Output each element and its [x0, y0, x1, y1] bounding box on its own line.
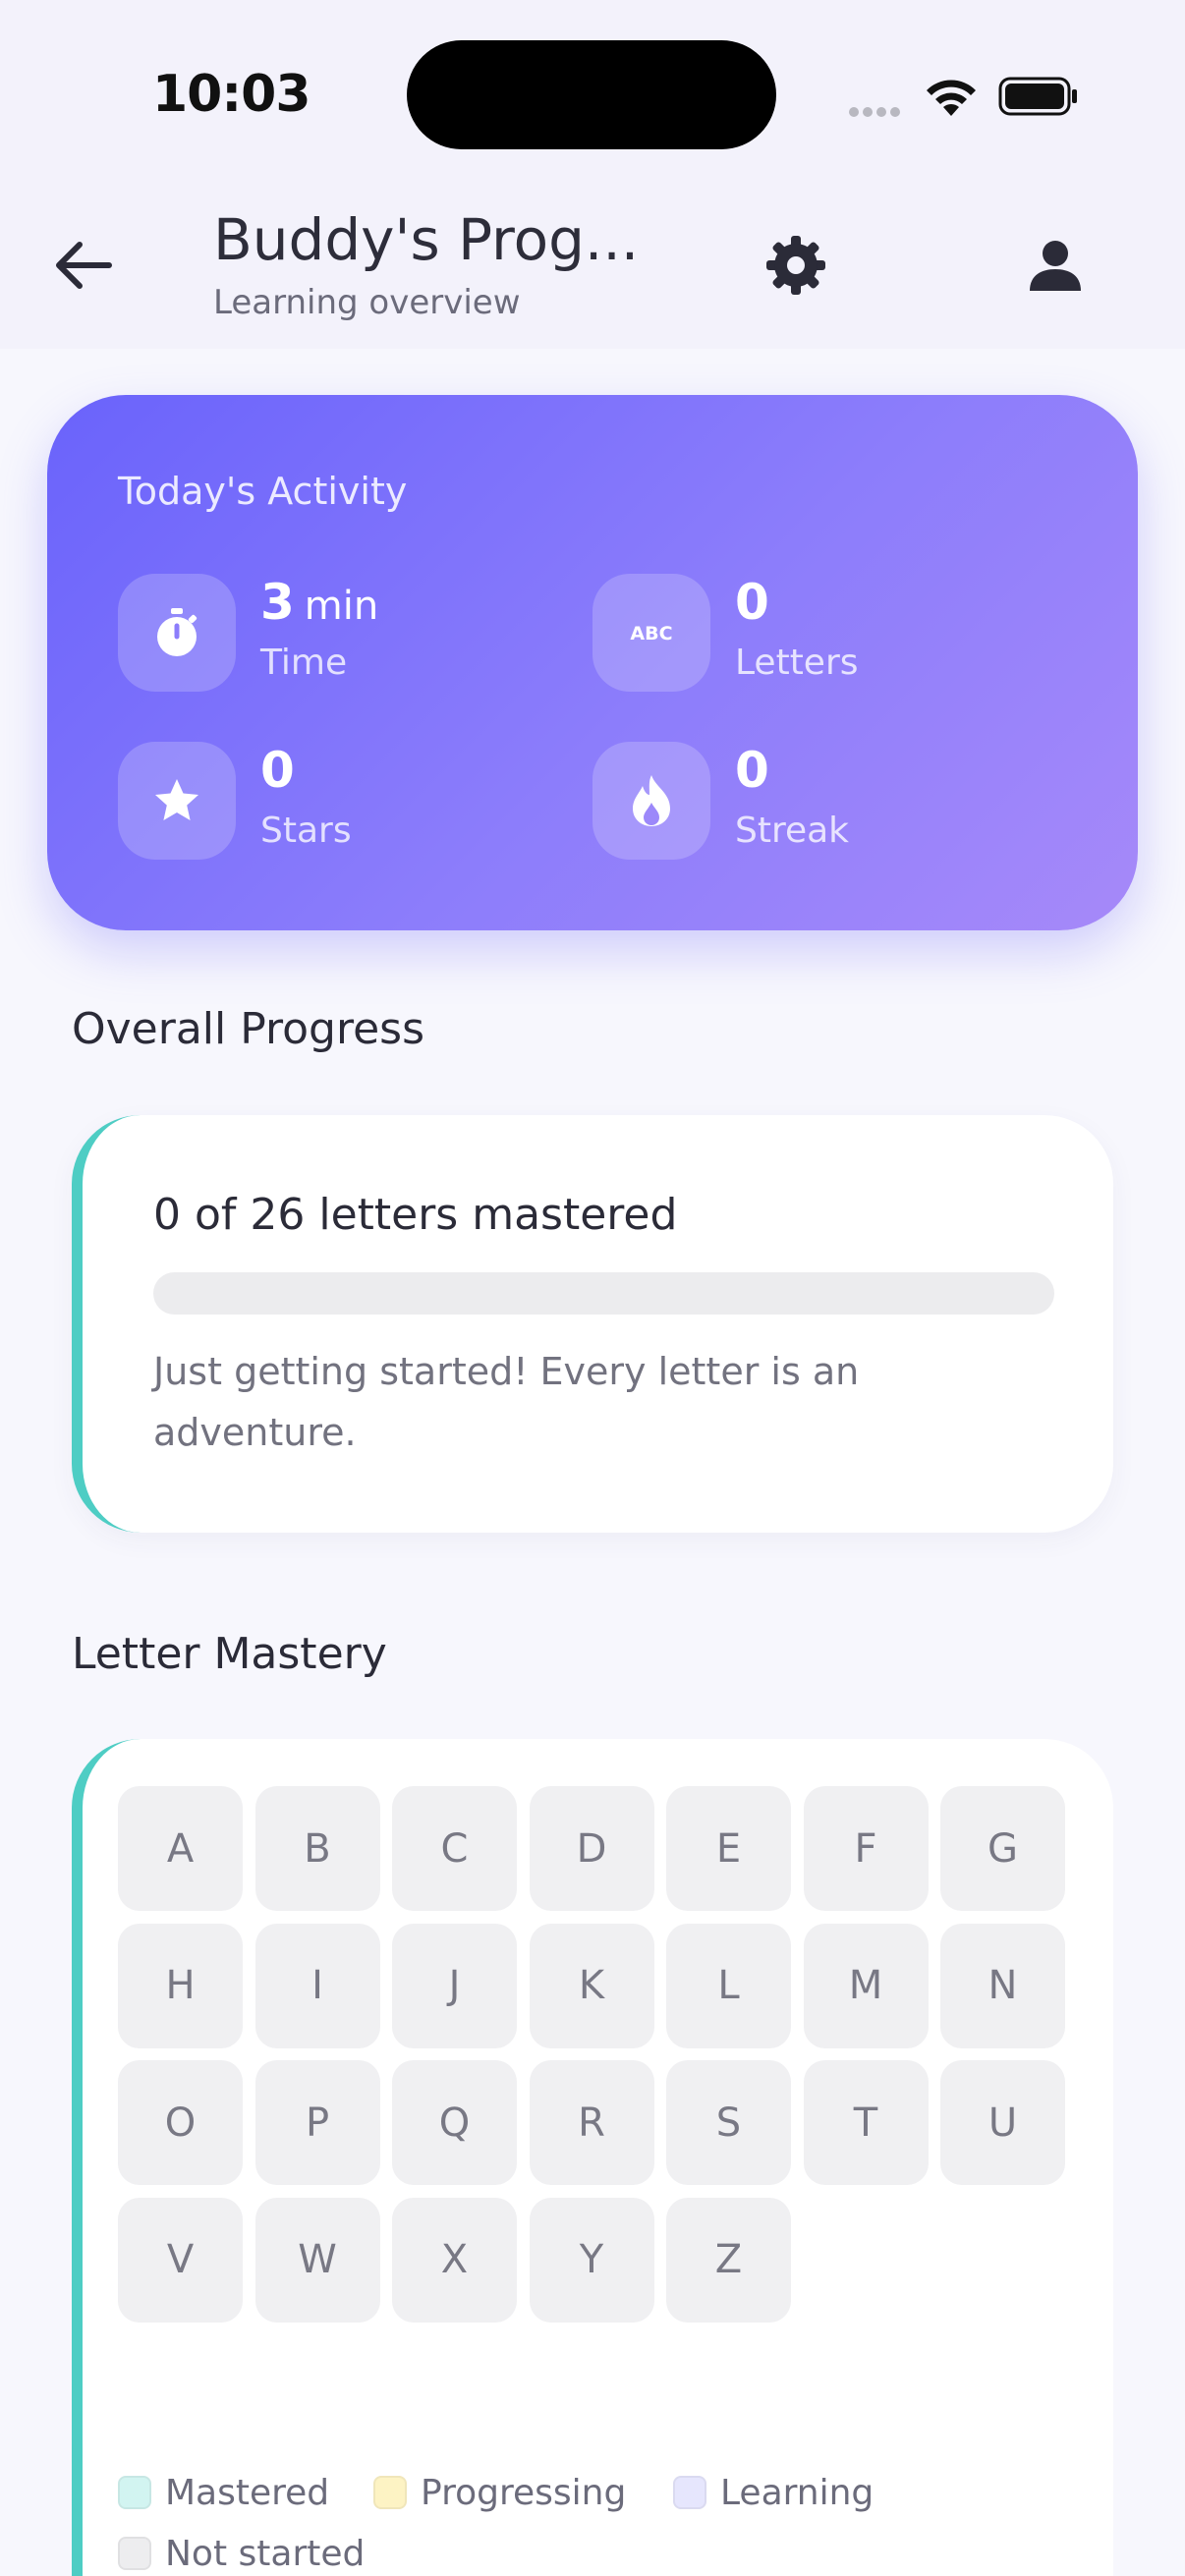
overall-progress-card: 0 of 26 letters mastered Just getting st…: [72, 1115, 1113, 1533]
letter-tile[interactable]: Q: [392, 2060, 517, 2185]
letter-tile[interactable]: N: [940, 1923, 1065, 2048]
letter-tile[interactable]: G: [940, 1786, 1065, 1911]
letter-tile[interactable]: T: [803, 2060, 929, 2185]
abc-icon: ABC: [592, 574, 710, 692]
legend-label: Not started: [165, 2533, 366, 2574]
progress-description: Just getting started! Every letter is an…: [153, 1350, 860, 1454]
letter-mastery-heading: Letter Mastery: [72, 1629, 387, 1679]
letter-tile[interactable]: D: [529, 1786, 654, 1911]
letter-tile[interactable]: A: [118, 1786, 243, 1911]
stat-stars: 0 Stars: [118, 742, 531, 860]
stopwatch-icon: [118, 574, 236, 692]
stat-letters-value: 0: [735, 574, 769, 631]
letter-tile[interactable]: P: [254, 2060, 380, 2185]
overall-progress-heading: Overall Progress: [72, 1004, 425, 1054]
page-subtitle: Learning overview: [213, 283, 521, 322]
battery-icon: [998, 77, 1077, 116]
stat-stars-value: 0: [260, 742, 295, 799]
letter-tile[interactable]: F: [803, 1786, 929, 1911]
legend-item: Not started: [118, 2529, 365, 2576]
legend-label: Progressing: [421, 2472, 627, 2513]
settings-button[interactable]: [757, 226, 835, 305]
stat-time: 3 min Time: [118, 574, 531, 692]
legend-item: Progressing: [373, 2468, 626, 2517]
legend-label: Mastered: [165, 2472, 330, 2513]
mastered-count-text: 0 of 26 letters mastered: [153, 1190, 678, 1240]
legend-swatch: [373, 2476, 407, 2509]
stat-streak-label: Streak: [735, 811, 850, 851]
legend-item: Learning: [673, 2468, 874, 2517]
person-icon: [1030, 241, 1081, 291]
letter-mastery-card: ABCDEFG HIJKLMN OPQRSTU VWXYZ Mastered Progr…: [72, 1739, 1113, 2576]
profile-button[interactable]: [1016, 226, 1095, 305]
letter-tile[interactable]: W: [254, 2197, 380, 2323]
legend-swatch: [118, 2537, 151, 2570]
letter-tile[interactable]: I: [254, 1923, 380, 2048]
todays-activity-card: Today's Activity 3 min Time ABC 0 Letters: [47, 395, 1138, 930]
stat-letters: ABC 0 Letters: [592, 574, 1005, 692]
arrow-left-icon: [56, 242, 112, 289]
stat-streak-value: 0: [735, 742, 769, 799]
letter-tile[interactable]: Y: [529, 2197, 654, 2323]
letter-tile[interactable]: L: [666, 1923, 791, 2048]
cellular-signal-icon: [849, 102, 908, 117]
back-button[interactable]: [43, 226, 122, 305]
stat-time-label: Time: [260, 643, 348, 683]
letter-tile[interactable]: V: [118, 2197, 243, 2323]
letter-tile[interactable]: C: [392, 1786, 517, 1911]
letter-tile[interactable]: O: [118, 2060, 243, 2185]
page-title: Buddy's Prog...: [213, 206, 640, 273]
star-icon: [118, 742, 236, 860]
letter-tile[interactable]: U: [940, 2060, 1065, 2185]
app-header: Buddy's Prog... Learning overview: [0, 187, 1185, 349]
legend-label: Learning: [720, 2472, 875, 2513]
status-bar: 10:03: [0, 0, 1185, 187]
letter-tile[interactable]: S: [666, 2060, 791, 2185]
letter-tile[interactable]: M: [803, 1923, 929, 2048]
letter-tile[interactable]: H: [118, 1923, 243, 2048]
letter-tile[interactable]: J: [392, 1923, 517, 2048]
gear-icon: [766, 236, 825, 295]
stat-streak: 0 Streak: [592, 742, 1005, 860]
letter-tile[interactable]: K: [529, 1923, 654, 2048]
wifi-icon: [927, 80, 976, 116]
stat-letters-label: Letters: [735, 643, 859, 683]
svg-text:ABC: ABC: [630, 623, 672, 644]
legend-swatch: [673, 2476, 706, 2509]
flame-icon: [592, 742, 710, 860]
stat-stars-label: Stars: [260, 811, 352, 851]
progress-bar: [153, 1272, 1054, 1315]
dynamic-island: [407, 40, 776, 149]
letter-tile[interactable]: B: [254, 1786, 380, 1911]
activity-title: Today's Activity: [118, 470, 408, 513]
legend-item: Mastered: [118, 2468, 329, 2517]
letter-tile[interactable]: R: [529, 2060, 654, 2185]
status-time: 10:03: [152, 65, 311, 124]
letter-tile[interactable]: Z: [666, 2197, 791, 2323]
letter-tile[interactable]: X: [392, 2197, 517, 2323]
stat-time-unit: min: [304, 584, 379, 629]
legend-swatch: [118, 2476, 151, 2509]
letter-tile[interactable]: E: [666, 1786, 791, 1911]
stat-time-value: 3: [260, 574, 295, 631]
